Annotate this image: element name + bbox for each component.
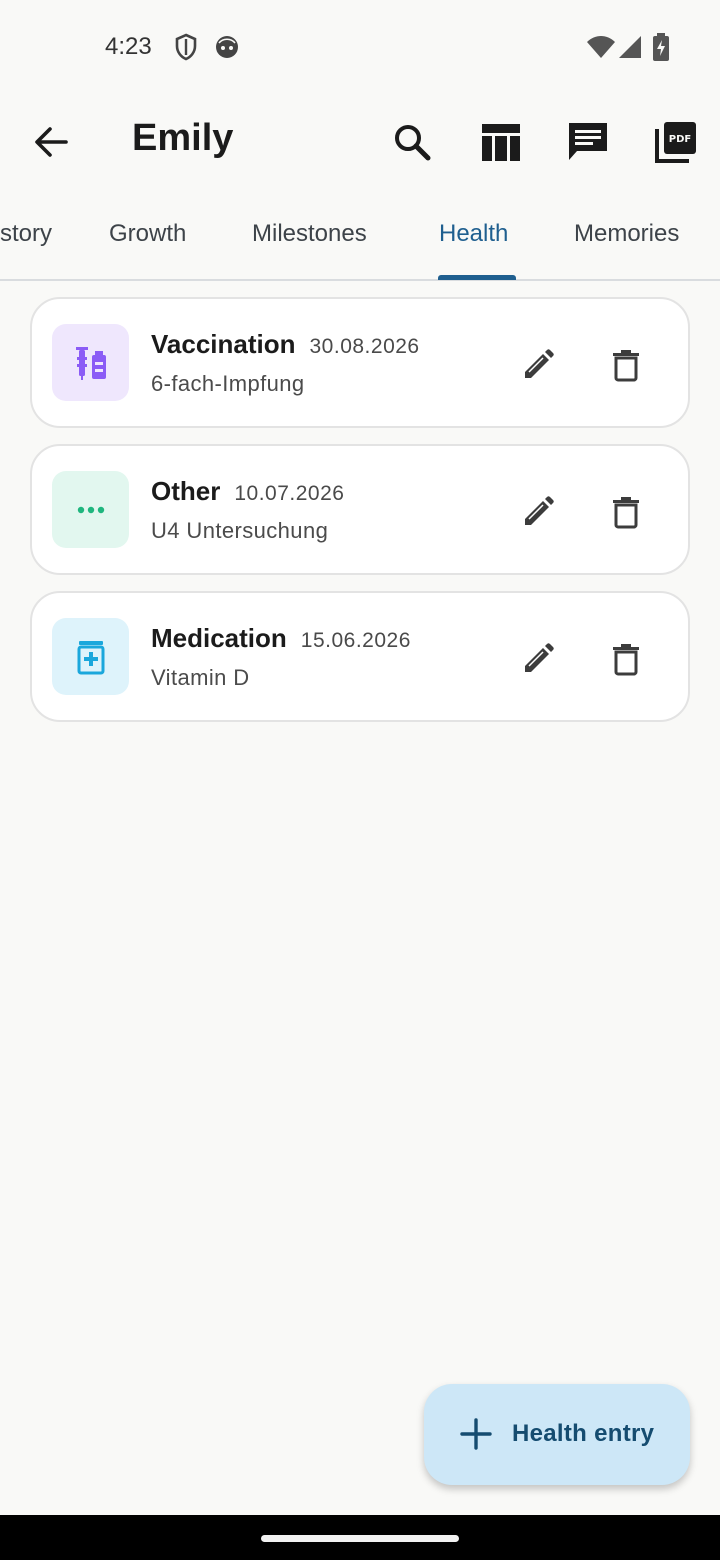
edit-icon[interactable] <box>520 641 556 677</box>
tab-milestones[interactable]: Milestones <box>252 220 367 248</box>
tab-health[interactable]: Health <box>439 220 508 248</box>
app-bar: Emily PDF <box>0 95 720 190</box>
chat-icon[interactable] <box>565 119 611 165</box>
face-icon <box>216 36 238 58</box>
shield-icon <box>175 33 197 61</box>
health-entry-card[interactable]: Medication 15.06.2026 Vitamin D <box>30 591 690 722</box>
wifi-icon <box>587 36 615 58</box>
entry-description: 6-fach-Impfung <box>151 371 305 396</box>
more-dots-icon <box>77 506 104 513</box>
page-title: Emily <box>132 117 234 159</box>
signal-icon <box>619 36 641 58</box>
table-icon[interactable] <box>478 119 524 165</box>
entry-title-row: Other 10.07.2026 <box>151 476 344 507</box>
entry-type: Other <box>151 476 221 506</box>
entry-date: 15.06.2026 <box>300 629 411 652</box>
health-entry-card[interactable]: Vaccination 30.08.2026 6-fach-Impfung <box>30 297 690 428</box>
plus-icon <box>460 1418 492 1450</box>
tab-memories[interactable]: Memories <box>574 220 679 248</box>
pdf-icon[interactable]: PDF <box>653 119 699 165</box>
tab-history[interactable]: story <box>0 220 52 248</box>
edit-icon[interactable] <box>520 347 556 383</box>
search-icon[interactable] <box>389 119 435 165</box>
edit-icon[interactable] <box>520 494 556 530</box>
entry-description: Vitamin D <box>151 665 250 690</box>
battery-charging-icon <box>653 33 669 61</box>
delete-icon[interactable] <box>608 494 644 530</box>
entry-type-badge <box>52 324 129 401</box>
delete-icon[interactable] <box>608 641 644 677</box>
delete-icon[interactable] <box>608 347 644 383</box>
status-time: 4:23 <box>105 33 152 60</box>
active-tab-indicator <box>438 275 516 280</box>
svg-text:PDF: PDF <box>669 134 691 145</box>
tab-bar: story Growth Milestones Health Memories <box>0 190 720 281</box>
entry-date: 10.07.2026 <box>234 482 345 505</box>
entry-title-row: Vaccination 30.08.2026 <box>151 329 420 360</box>
back-arrow-icon[interactable] <box>28 119 74 165</box>
tab-growth[interactable]: Growth <box>109 220 186 248</box>
health-entry-card[interactable]: Other 10.07.2026 U4 Untersuchung <box>30 444 690 575</box>
entry-type: Vaccination <box>151 329 296 359</box>
medication-icon <box>77 640 104 674</box>
system-navigation-bar <box>0 1515 720 1560</box>
entry-date: 30.08.2026 <box>309 335 420 358</box>
entry-type-badge <box>52 618 129 695</box>
vaccine-icon <box>75 346 106 380</box>
home-gesture-handle[interactable] <box>261 1535 459 1542</box>
entry-description: U4 Untersuchung <box>151 518 329 543</box>
entry-title-row: Medication 15.06.2026 <box>151 623 411 654</box>
status-bar: 4:23 <box>0 0 720 95</box>
add-health-entry-button[interactable]: Health entry <box>424 1384 690 1485</box>
entry-type: Medication <box>151 623 287 653</box>
fab-label: Health entry <box>512 1420 655 1447</box>
entry-type-badge <box>52 471 129 548</box>
